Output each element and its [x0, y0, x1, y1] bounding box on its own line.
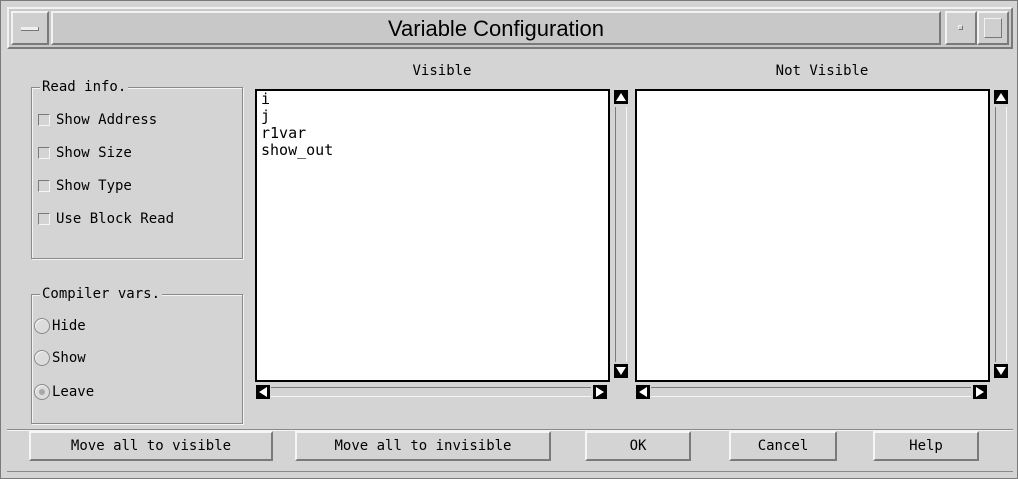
show-size-checkbox[interactable]: Show Size	[38, 143, 132, 163]
scroll-track[interactable]	[995, 107, 1007, 362]
visible-listbox[interactable]: i j r1var show_out	[255, 89, 610, 382]
scroll-up-arrow-icon[interactable]	[614, 90, 628, 104]
radio-circle[interactable]	[34, 350, 50, 366]
show-size-label: Show Size	[56, 145, 132, 161]
compiler-vars-group: Compiler vars. Hide Show Leave	[31, 285, 243, 424]
not-visible-listbox[interactable]	[635, 89, 990, 382]
read-info-title: Read info.	[40, 78, 129, 96]
minimize-icon	[958, 25, 963, 30]
maximize-button[interactable]	[977, 11, 1009, 45]
window-menu-icon	[21, 27, 39, 31]
scroll-track[interactable]	[651, 387, 971, 397]
show-type-checkbox[interactable]: Show Type	[38, 176, 132, 196]
move-all-to-visible-button[interactable]: Move all to visible	[29, 431, 273, 461]
hide-radio[interactable]: Hide	[34, 316, 86, 336]
list-item[interactable]: j	[257, 108, 608, 125]
visible-vertical-scrollbar[interactable]	[613, 89, 629, 382]
visible-column-label: Visible	[412, 63, 472, 79]
checkbox-box[interactable]	[38, 114, 50, 126]
scroll-track[interactable]	[615, 107, 627, 362]
scroll-right-arrow-icon[interactable]	[593, 385, 607, 399]
use-block-read-label: Use Block Read	[56, 211, 175, 227]
radio-circle[interactable]	[34, 318, 50, 334]
list-item[interactable]: i	[257, 91, 608, 108]
list-item[interactable]: r1var	[257, 125, 608, 142]
checkbox-box[interactable]	[38, 180, 50, 192]
checkbox-box[interactable]	[38, 147, 50, 159]
leave-label: Leave	[52, 384, 95, 400]
compiler-vars-title: Compiler vars.	[40, 285, 163, 303]
variable-configuration-window: Variable Configuration Read info. Show A…	[0, 0, 1018, 479]
maximize-icon	[984, 18, 1002, 38]
scroll-left-arrow-icon[interactable]	[636, 385, 650, 399]
scroll-up-arrow-icon[interactable]	[994, 90, 1008, 104]
radio-circle-selected[interactable]	[34, 384, 50, 400]
scroll-left-arrow-icon[interactable]	[256, 385, 270, 399]
move-all-to-invisible-button[interactable]: Move all to invisible	[295, 431, 551, 461]
scroll-down-arrow-icon[interactable]	[614, 364, 628, 378]
window-bottom-edge	[7, 471, 1013, 472]
show-type-label: Show Type	[56, 178, 132, 194]
list-item[interactable]: show_out	[257, 142, 608, 159]
hide-label: Hide	[52, 318, 86, 334]
checkbox-box[interactable]	[38, 213, 50, 225]
leave-radio[interactable]: Leave	[34, 382, 94, 402]
window-menu-button[interactable]	[11, 11, 49, 45]
read-info-group: Read info. Show Address Show Size Show T…	[31, 78, 243, 259]
cancel-button[interactable]: Cancel	[729, 431, 837, 461]
not-visible-vertical-scrollbar[interactable]	[993, 89, 1009, 382]
not-visible-column-label: Not Visible	[775, 63, 869, 79]
ok-button[interactable]: OK	[585, 431, 691, 461]
show-address-checkbox[interactable]: Show Address	[38, 110, 157, 130]
minimize-button[interactable]	[945, 11, 977, 45]
show-radio[interactable]: Show	[34, 348, 86, 368]
scroll-down-arrow-icon[interactable]	[994, 364, 1008, 378]
visible-horizontal-scrollbar[interactable]	[255, 385, 610, 399]
show-label: Show	[52, 350, 86, 366]
scroll-right-arrow-icon[interactable]	[973, 385, 987, 399]
not-visible-horizontal-scrollbar[interactable]	[635, 385, 990, 399]
show-address-label: Show Address	[56, 112, 158, 128]
window-title[interactable]: Variable Configuration	[51, 11, 941, 45]
scroll-track[interactable]	[271, 387, 591, 397]
help-button[interactable]: Help	[873, 431, 979, 461]
use-block-read-checkbox[interactable]: Use Block Read	[38, 209, 174, 229]
title-bar: Variable Configuration	[7, 7, 1013, 49]
